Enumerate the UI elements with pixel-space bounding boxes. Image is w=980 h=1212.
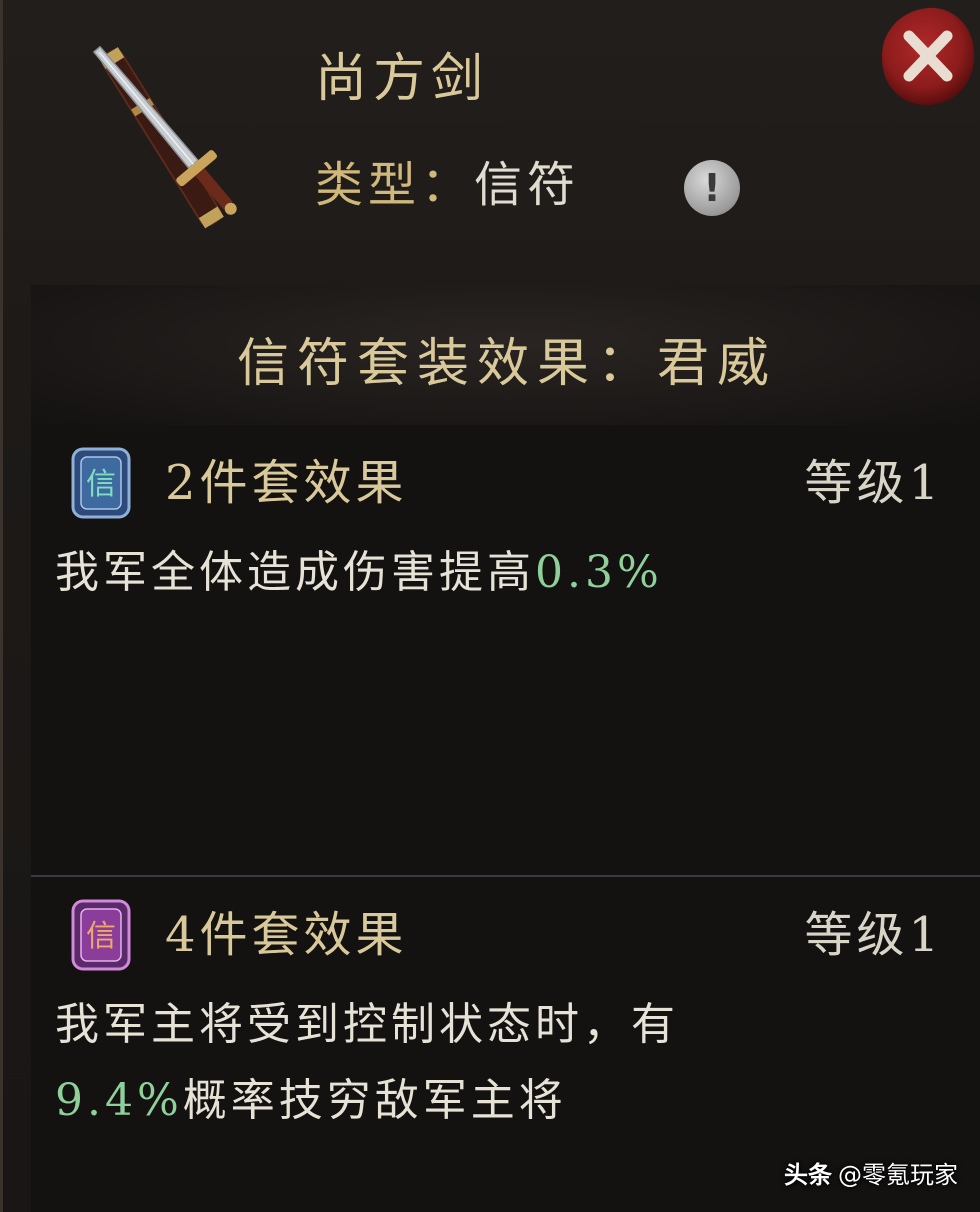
desc-value: 9.4%	[55, 1075, 183, 1126]
item-tooltip-panel: 尚方剑 类型：信符 ! 信符套装效果：君威 信 2件套效果 等级1 我军全体造成…	[0, 0, 980, 1212]
set-effect-section: 信符套装效果：君威 信 2件套效果 等级1 我军全体造成伤害提高0.3% 信 4…	[31, 285, 980, 1212]
divider	[31, 875, 980, 877]
item-header: 尚方剑 类型：信符 !	[3, 0, 980, 285]
set-tier-title: 2件套效果	[165, 455, 408, 511]
set-tier-description: 我军全体造成伤害提高0.3%	[55, 535, 955, 611]
set-tier-description: 我军主将受到控制状态时，有 9.4%概率技穷敌军主将	[55, 987, 955, 1139]
watermark-brand: 头条	[784, 1161, 832, 1189]
item-type: 类型：信符	[315, 155, 580, 215]
watermark: 头条 @零氪玩家	[784, 1155, 958, 1190]
desc-text-suffix: 概率技穷敌军主将	[182, 1075, 567, 1126]
set-tier-2piece: 信 2件套效果 等级1 我军全体造成伤害提高0.3%	[31, 445, 980, 865]
set-tier-level: 等级1	[804, 907, 943, 963]
set-effect-title: 信符套装效果：君威	[236, 334, 777, 394]
item-type-label: 类型：	[315, 157, 475, 213]
svg-text:信: 信	[86, 467, 116, 502]
item-type-value: 信符	[474, 157, 581, 213]
sword-icon	[92, 45, 237, 229]
item-name: 尚方剑	[315, 49, 490, 109]
svg-text:信: 信	[86, 919, 116, 954]
set-tier-title: 4件套效果	[165, 907, 408, 963]
set-tier-4piece: 信 4件套效果 等级1 我军主将受到控制状态时，有 9.4%概率技穷敌军主将	[31, 897, 980, 1197]
desc-text: 我军全体造成伤害提高	[55, 547, 535, 598]
close-button[interactable]	[879, 4, 977, 108]
blue-token-badge-icon: 信	[71, 447, 131, 519]
desc-text: 我军主将受到控制状态时，有	[55, 999, 679, 1050]
exclamation-icon[interactable]: !	[684, 160, 740, 216]
purple-token-badge-icon: 信	[71, 899, 131, 971]
desc-value: 0.3%	[535, 547, 663, 598]
set-tier-level: 等级1	[804, 455, 943, 511]
set-effect-header: 信符套装效果：君威	[31, 285, 980, 425]
watermark-handle: @零氪玩家	[838, 1161, 958, 1189]
